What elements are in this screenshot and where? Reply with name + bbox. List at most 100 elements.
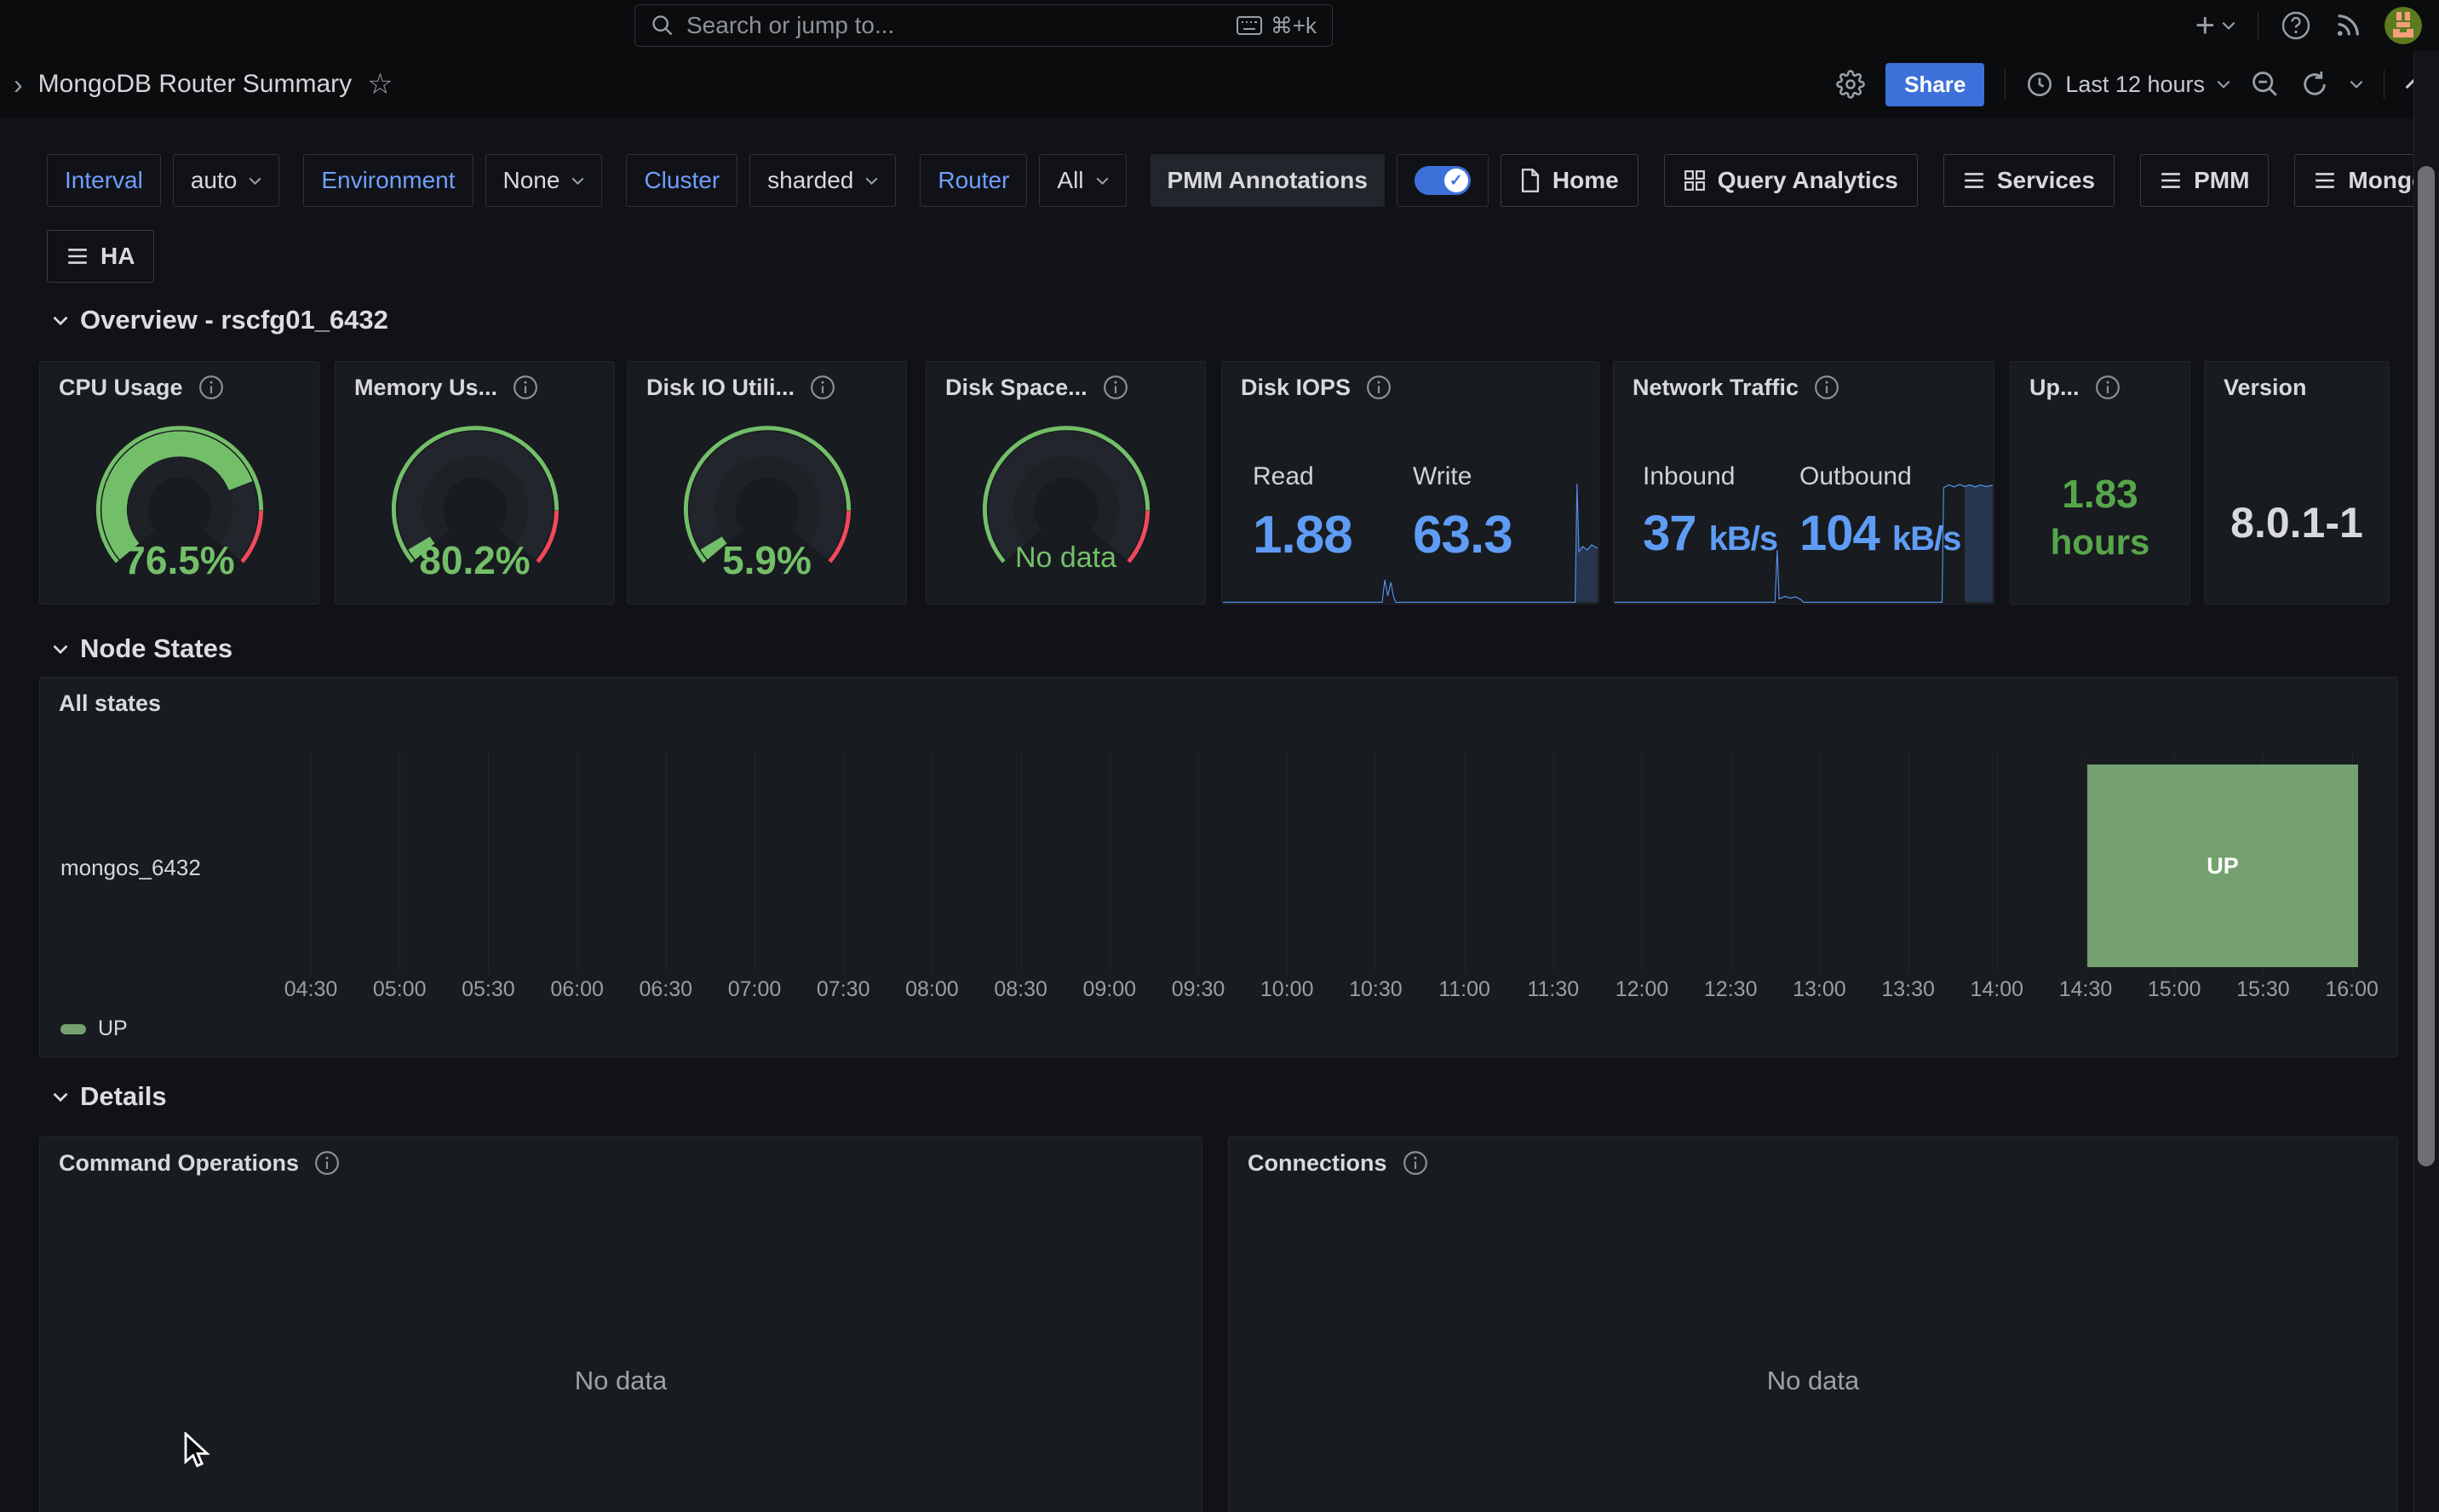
filter-interval-label[interactable]: Interval bbox=[47, 154, 161, 207]
filter-interval-select[interactable]: auto bbox=[173, 154, 280, 207]
stat-inbound: Inbound 37 kB/s bbox=[1643, 462, 1777, 562]
refresh-interval-dropdown[interactable] bbox=[2350, 80, 2363, 89]
refresh-button[interactable] bbox=[2300, 70, 2329, 99]
query-analytics-button[interactable]: Query Analytics bbox=[1664, 154, 1918, 207]
panel-title[interactable]: Disk IO Utili... bbox=[646, 375, 795, 401]
filter-environment-select[interactable]: None bbox=[485, 154, 603, 207]
scrollbar-track[interactable] bbox=[2413, 51, 2439, 1512]
search-input[interactable] bbox=[686, 12, 1225, 39]
chevron-down-icon bbox=[53, 1092, 68, 1102]
legend-item-up[interactable]: UP bbox=[60, 1017, 128, 1041]
ha-button[interactable]: HA bbox=[47, 230, 154, 283]
add-button[interactable]: + bbox=[2195, 9, 2235, 43]
gridline bbox=[1819, 751, 1820, 974]
panel-title[interactable]: Disk Space... bbox=[945, 375, 1088, 401]
share-button[interactable]: Share bbox=[1885, 63, 1984, 106]
panel-title[interactable]: Connections bbox=[1248, 1150, 1387, 1177]
panel-title[interactable]: CPU Usage bbox=[59, 375, 183, 401]
panel-title[interactable]: Disk IOPS bbox=[1241, 375, 1351, 401]
info-icon[interactable] bbox=[314, 1150, 340, 1176]
stat-label: Outbound bbox=[1799, 462, 1960, 491]
panel-title[interactable]: Network Traffic bbox=[1633, 375, 1799, 401]
shortcut-label: ⌘+k bbox=[1271, 13, 1317, 39]
stat-label: Write bbox=[1413, 462, 1512, 491]
info-icon[interactable] bbox=[2095, 375, 2120, 400]
info-icon[interactable] bbox=[810, 375, 835, 400]
filter-cluster-label[interactable]: Cluster bbox=[626, 154, 737, 207]
services-label: Services bbox=[1997, 167, 2095, 194]
dashboard-settings-button[interactable] bbox=[1836, 70, 1865, 99]
filter-router-value: All bbox=[1057, 167, 1083, 194]
section-node-states[interactable]: Node States bbox=[53, 633, 232, 664]
query-analytics-label: Query Analytics bbox=[1718, 167, 1898, 194]
filter-router-select[interactable]: All bbox=[1039, 154, 1126, 207]
help-button[interactable] bbox=[2281, 10, 2311, 41]
pmm-annotations-label: PMM Annotations bbox=[1151, 154, 1385, 207]
axis-tick-label: 14:30 bbox=[2059, 977, 2113, 1002]
state-block-label: UP bbox=[2207, 853, 2239, 879]
info-icon[interactable] bbox=[1366, 375, 1392, 400]
chevron-down-icon bbox=[249, 177, 261, 185]
gridline bbox=[1375, 751, 1376, 974]
gridline bbox=[1553, 751, 1554, 974]
toggle-check-icon: ✓ bbox=[1444, 169, 1468, 192]
document-icon bbox=[1520, 169, 1541, 192]
pmm-button[interactable]: PMM bbox=[2140, 154, 2269, 207]
panel-title[interactable]: Version bbox=[2224, 375, 2307, 401]
info-icon[interactable] bbox=[1103, 375, 1128, 400]
ha-label: HA bbox=[100, 243, 135, 270]
section-details[interactable]: Details bbox=[53, 1081, 167, 1112]
filter-router-label[interactable]: Router bbox=[920, 154, 1027, 207]
filter-cluster-select[interactable]: sharded bbox=[749, 154, 896, 207]
axis-tick-label: 15:30 bbox=[2236, 977, 2290, 1002]
info-icon[interactable] bbox=[198, 375, 224, 400]
menu-icon bbox=[2160, 171, 2182, 190]
axis-tick-label: 13:30 bbox=[1881, 977, 1935, 1002]
clock-icon bbox=[2026, 71, 2053, 98]
info-icon[interactable] bbox=[513, 375, 538, 400]
panel-version: Version 8.0.1-1 bbox=[2204, 361, 2390, 604]
panel-title[interactable]: All states bbox=[59, 690, 161, 717]
stat-read: Read 1.88 bbox=[1253, 462, 1352, 565]
avatar[interactable] bbox=[2384, 7, 2422, 44]
scrollbar-thumb[interactable] bbox=[2418, 166, 2435, 1166]
axis-tick-label: 09:30 bbox=[1172, 977, 1225, 1002]
home-button[interactable]: Home bbox=[1501, 154, 1638, 207]
chevron-down-icon bbox=[571, 177, 584, 185]
panel-command-operations: Command Operations No data bbox=[39, 1137, 1202, 1512]
gridline bbox=[1908, 751, 1909, 974]
panel-disk-io-utilization: Disk IO Utili... 5.9% bbox=[627, 361, 907, 604]
breadcrumb: › MongoDB Router Summary ☆ bbox=[0, 70, 393, 99]
panel-title[interactable]: Command Operations bbox=[59, 1150, 299, 1177]
axis-tick-label: 11:30 bbox=[1527, 977, 1579, 1002]
page-title[interactable]: MongoDB Router Summary bbox=[38, 70, 352, 99]
panel-title[interactable]: Up... bbox=[2029, 375, 2080, 401]
gridline bbox=[1997, 751, 1998, 974]
divider bbox=[2005, 70, 2006, 99]
pmm-annotations-toggle[interactable]: ✓ bbox=[1415, 166, 1471, 195]
axis-tick-label: 16:00 bbox=[2325, 977, 2379, 1002]
no-data-message: No data bbox=[1229, 1366, 2397, 1396]
gridline bbox=[932, 751, 933, 974]
section-overview-title: Overview - rscfg01_6432 bbox=[80, 305, 388, 335]
services-button[interactable]: Services bbox=[1943, 154, 2115, 207]
info-icon[interactable] bbox=[1403, 1150, 1428, 1176]
breadcrumb-expand-chevron[interactable]: › bbox=[14, 71, 23, 98]
panel-title[interactable]: Memory Us... bbox=[354, 375, 497, 401]
legend-color-swatch bbox=[60, 1024, 86, 1034]
search-bar[interactable]: ⌘+k bbox=[634, 4, 1333, 47]
filter-environment-label[interactable]: Environment bbox=[303, 154, 473, 207]
zoom-out-button[interactable] bbox=[2251, 70, 2280, 99]
favorite-star-icon[interactable]: ☆ bbox=[367, 70, 393, 99]
time-range-picker[interactable]: Last 12 hours bbox=[2026, 71, 2230, 98]
stat-value: 1.88 bbox=[1253, 505, 1352, 565]
info-icon[interactable] bbox=[1814, 375, 1839, 400]
axis-tick-label: 15:00 bbox=[2148, 977, 2201, 1002]
chevron-down-icon bbox=[1096, 177, 1109, 185]
search-icon bbox=[651, 14, 674, 37]
pmm-annotations-toggle-box[interactable]: ✓ bbox=[1397, 154, 1489, 207]
stat-value: 63.3 bbox=[1413, 505, 1512, 565]
gridline bbox=[843, 751, 844, 974]
news-button[interactable] bbox=[2333, 11, 2362, 40]
section-overview[interactable]: Overview - rscfg01_6432 bbox=[53, 305, 388, 335]
